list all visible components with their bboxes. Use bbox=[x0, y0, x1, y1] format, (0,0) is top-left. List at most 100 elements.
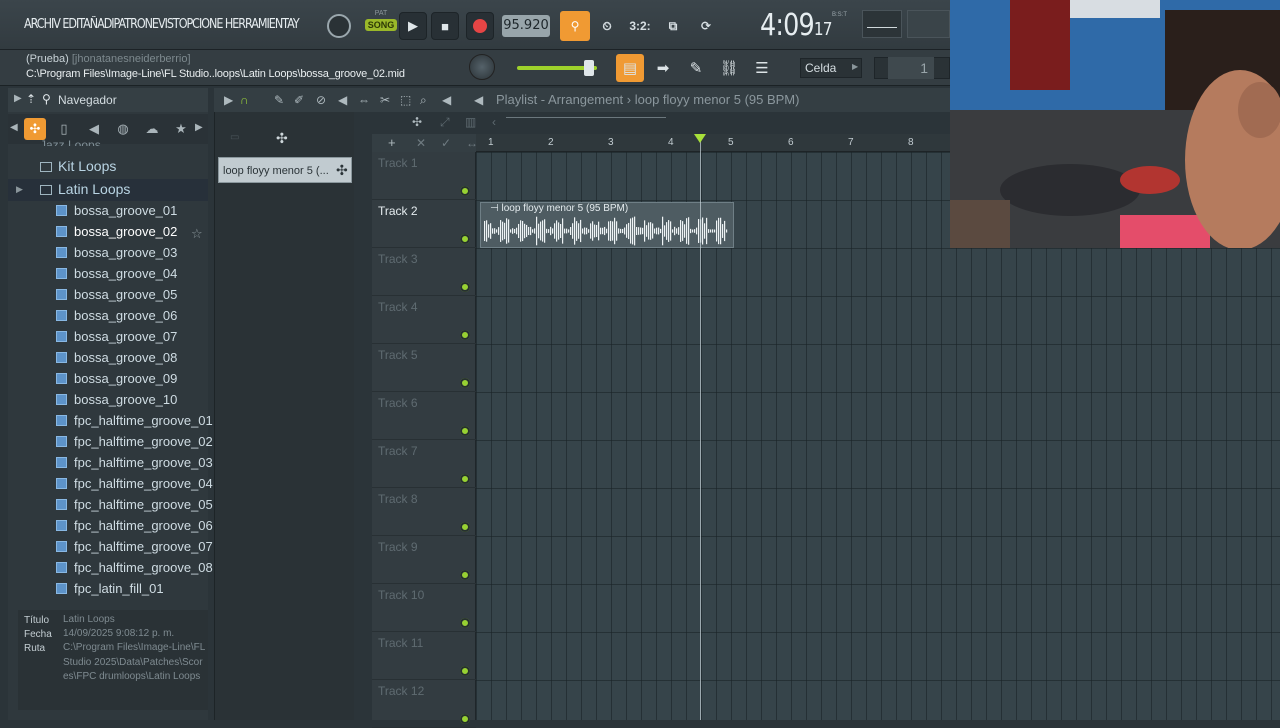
waveform-icon[interactable]: ✣ bbox=[276, 130, 288, 147]
select-tool-icon[interactable]: ⬚ bbox=[400, 93, 411, 107]
track-mute-led[interactable] bbox=[460, 522, 470, 532]
current-project-tab[interactable]: ▯ bbox=[53, 118, 75, 140]
arrow-button[interactable]: ➡ bbox=[649, 54, 677, 82]
favorite-star-icon[interactable]: ☆ bbox=[191, 226, 203, 242]
up-arrow-icon[interactable]: ⇡ bbox=[26, 92, 36, 106]
file-item[interactable]: fpc_halftime_groove_01 bbox=[56, 413, 213, 428]
folder-latin-loops[interactable]: Latin Loops bbox=[40, 181, 130, 197]
file-item[interactable]: fpc_halftime_groove_08 bbox=[56, 560, 213, 575]
track-header[interactable]: Track 7 bbox=[372, 440, 476, 488]
slice-tool-icon[interactable]: ✂ bbox=[380, 93, 390, 107]
track-header[interactable]: Track 12 bbox=[372, 680, 476, 728]
master-volume-handle[interactable] bbox=[584, 60, 594, 76]
file-item[interactable]: fpc_halftime_groove_04 bbox=[56, 476, 213, 491]
link-button[interactable]: ⛓ bbox=[715, 54, 743, 82]
tool-icon[interactable]: ✓ bbox=[441, 136, 451, 150]
chevron-left-icon[interactable]: ◀ bbox=[474, 93, 483, 107]
add-track-icon[interactable]: + bbox=[388, 135, 396, 150]
typing-keyboard-button[interactable]: ⚲ bbox=[560, 11, 590, 41]
stop-button[interactable]: ■ bbox=[431, 12, 459, 40]
bars-icon[interactable]: ▥ bbox=[465, 115, 476, 129]
draw-tool-icon[interactable]: ✎ bbox=[274, 93, 284, 107]
track-header[interactable]: Track 11 bbox=[372, 632, 476, 680]
track-header[interactable]: Track 5 bbox=[372, 344, 476, 392]
track-header[interactable]: Track 2 bbox=[372, 200, 476, 248]
mixer-button[interactable]: ☰ bbox=[748, 54, 776, 82]
play-button[interactable]: ▶ bbox=[399, 12, 427, 40]
file-item[interactable]: bossa_groove_10 bbox=[56, 392, 177, 407]
record-button[interactable] bbox=[466, 12, 494, 40]
file-item[interactable]: bossa_groove_01 bbox=[56, 203, 177, 218]
track-mute-led[interactable] bbox=[460, 234, 470, 244]
main-volume-knob[interactable] bbox=[469, 54, 495, 80]
track-mute-led[interactable] bbox=[460, 618, 470, 628]
file-item[interactable]: bossa_groove_04 bbox=[56, 266, 177, 281]
file-item[interactable]: bossa_groove_02 bbox=[56, 224, 177, 239]
song-time-display[interactable]: 4:0917 bbox=[760, 8, 832, 43]
slip-tool-icon[interactable]: ⇔ bbox=[358, 93, 370, 107]
file-item[interactable]: fpc_halftime_groove_02 bbox=[56, 434, 213, 449]
pattern-number[interactable]: 1 bbox=[888, 57, 934, 79]
pin-icon[interactable]: ⚲ bbox=[42, 92, 51, 106]
track-mute-led[interactable] bbox=[460, 186, 470, 196]
file-item[interactable]: bossa_groove_07 bbox=[56, 329, 177, 344]
chevron-left-icon[interactable]: ‹ bbox=[492, 115, 496, 129]
track-header[interactable]: Track 4 bbox=[372, 296, 476, 344]
file-item[interactable]: bossa_groove_05 bbox=[56, 287, 177, 302]
playlist-button[interactable]: ▤ bbox=[616, 54, 644, 82]
track-mute-led[interactable] bbox=[460, 378, 470, 388]
loop-record-button[interactable]: ⧉ bbox=[658, 11, 688, 41]
track-mute-led[interactable] bbox=[460, 474, 470, 484]
file-item[interactable]: bossa_groove_08 bbox=[56, 350, 177, 365]
paint-tool-icon[interactable]: ✐ bbox=[294, 93, 304, 107]
playhead-line[interactable] bbox=[700, 134, 701, 720]
track-header[interactable]: Track 3 bbox=[372, 248, 476, 296]
file-item[interactable]: fpc_halftime_groove_07 bbox=[56, 539, 213, 554]
track-mute-led[interactable] bbox=[460, 666, 470, 676]
track-mute-led[interactable] bbox=[460, 714, 470, 724]
file-item[interactable]: bossa_groove_03 bbox=[56, 245, 177, 260]
track-mute-led[interactable] bbox=[460, 330, 470, 340]
all-files-tab[interactable]: ✣ bbox=[24, 118, 46, 140]
zoom-tool-icon[interactable]: ⌕ bbox=[420, 93, 427, 108]
playlist-hscroll[interactable] bbox=[506, 117, 666, 125]
plugin-presets-tab[interactable]: ◍ bbox=[112, 118, 134, 140]
pat-song-toggle[interactable]: PAT SONG bbox=[365, 10, 397, 42]
file-item[interactable]: bossa_groove_06 bbox=[56, 308, 177, 323]
countdown-button[interactable]: 3:2: bbox=[625, 11, 655, 41]
track-mute-led[interactable] bbox=[460, 570, 470, 580]
magnet-icon[interactable]: ∩ bbox=[240, 93, 249, 107]
delete-tool-icon[interactable]: ⊘ bbox=[316, 93, 326, 107]
track-header[interactable]: Track 6 bbox=[372, 392, 476, 440]
track-mute-led[interactable] bbox=[460, 426, 470, 436]
expand-arrow-icon[interactable]: ▶ bbox=[14, 93, 22, 104]
track-header[interactable]: Track 1 bbox=[372, 152, 476, 200]
cloud-tab[interactable]: ☁ bbox=[141, 118, 163, 140]
close-icon[interactable]: ✕ bbox=[416, 136, 426, 150]
picker-clip-item[interactable]: loop floyy menor 5 (... bbox=[218, 157, 352, 183]
waveform-icon[interactable]: ✣ bbox=[412, 115, 422, 129]
master-pitch-knob[interactable] bbox=[327, 14, 351, 38]
expand-icon[interactable]: ⤢ bbox=[440, 115, 450, 130]
file-item[interactable]: fpc_halftime_groove_05 bbox=[56, 497, 213, 512]
chevron-right-icon[interactable]: ▶ bbox=[224, 93, 233, 107]
file-item[interactable]: fpc_latin_fill_01 bbox=[56, 581, 164, 596]
partial-folder[interactable]: Jazz Loops bbox=[40, 138, 101, 146]
expand-arrow-icon[interactable]: ▶ bbox=[16, 184, 23, 195]
metronome-button[interactable]: ⟳ bbox=[691, 11, 721, 41]
plugin-database-tab[interactable]: ◀ bbox=[83, 118, 105, 140]
track-header[interactable]: Track 8 bbox=[372, 488, 476, 536]
folder-kit-loops[interactable]: Kit Loops bbox=[40, 158, 116, 174]
track-header[interactable]: Track 10 bbox=[372, 584, 476, 632]
chevron-right-icon[interactable]: ▶ bbox=[195, 122, 203, 133]
piano-roll-button[interactable]: ✎ bbox=[682, 54, 710, 82]
favorites-tab[interactable]: ★ bbox=[170, 118, 192, 140]
track-header[interactable]: Track 9 bbox=[372, 536, 476, 584]
playback-tool-icon[interactable]: ◀ bbox=[442, 93, 451, 107]
mute-tool-icon[interactable]: ◀ bbox=[338, 93, 347, 107]
file-item[interactable]: fpc_halftime_groove_03 bbox=[56, 455, 213, 470]
wait-record-button[interactable]: ⏲ bbox=[592, 11, 622, 41]
tempo-display[interactable]: 95.920 bbox=[502, 15, 550, 37]
file-item[interactable]: fpc_halftime_groove_06 bbox=[56, 518, 213, 533]
track-mute-led[interactable] bbox=[460, 282, 470, 292]
